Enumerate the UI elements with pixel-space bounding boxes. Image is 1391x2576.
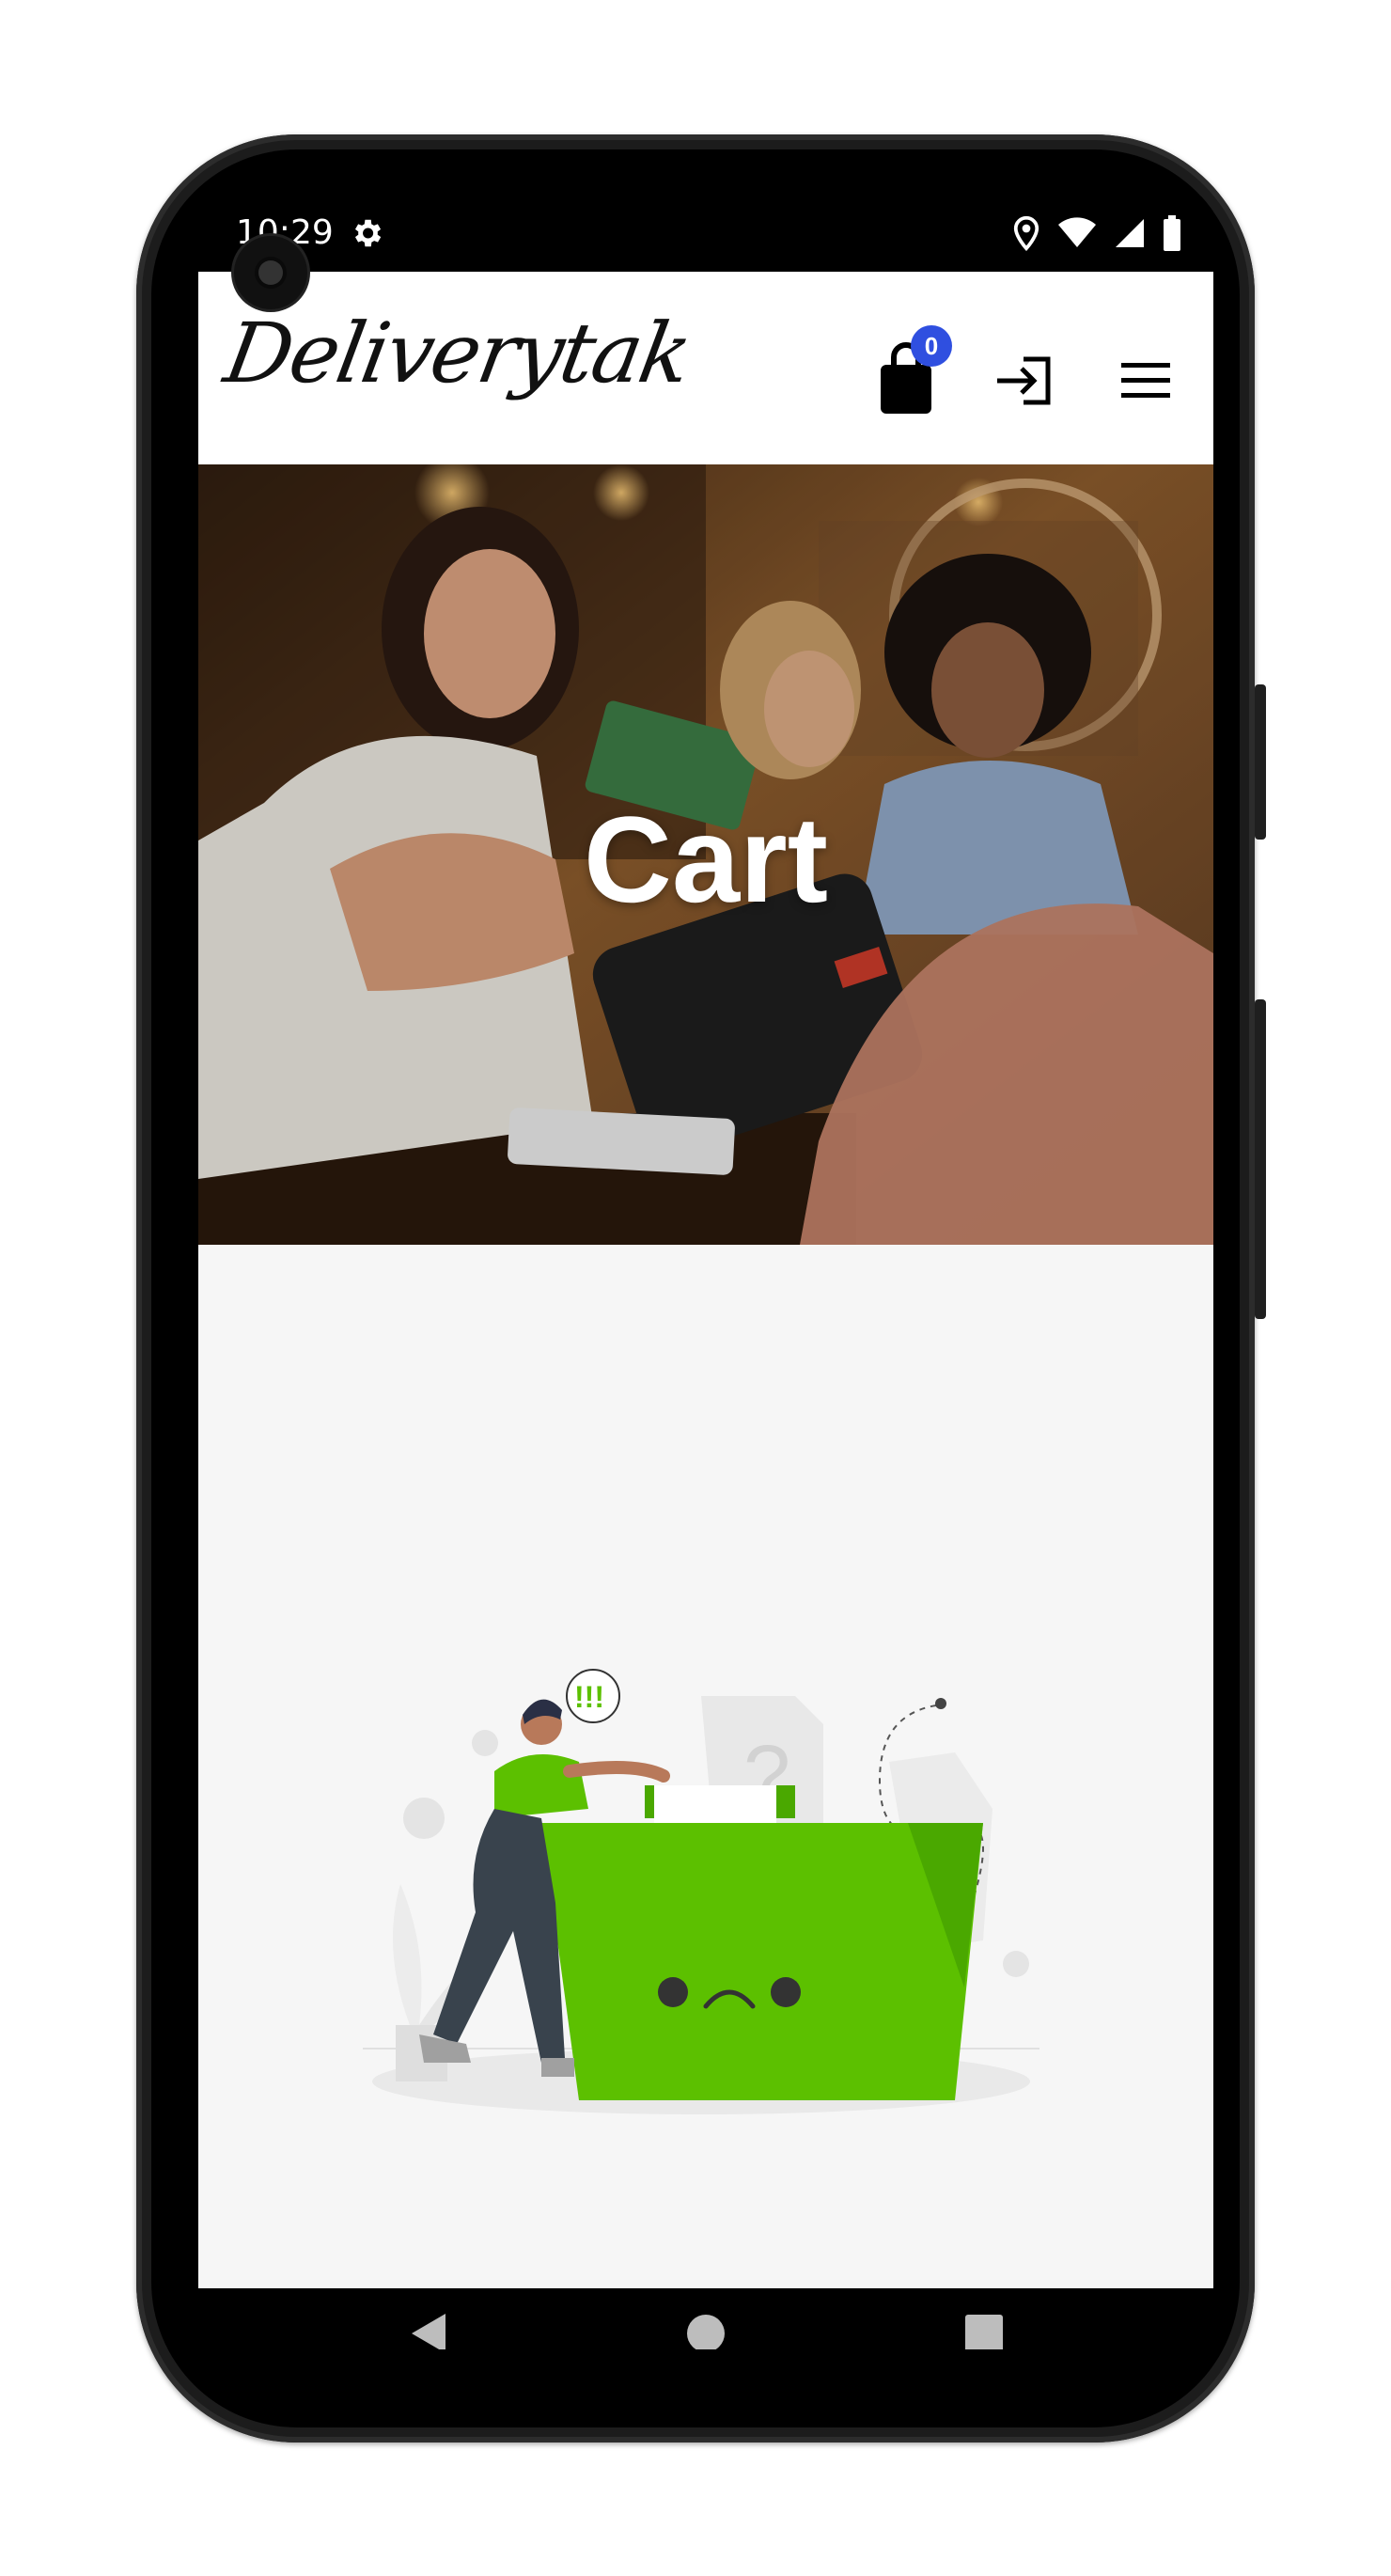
gear-icon	[349, 215, 384, 256]
empty-cart-illustration: ? !!!	[363, 1669, 1039, 2114]
back-icon	[410, 2314, 447, 2349]
svg-text:!!!: !!!	[574, 1680, 604, 1714]
volume-button	[1255, 999, 1266, 1319]
status-bar: 10:29	[198, 196, 1213, 272]
recents-button[interactable]	[964, 2314, 1004, 2349]
screen-bezel: 10:29 Deliverytak 0 Cart ? !!!	[151, 149, 1240, 2427]
phone-frame: 10:29 Deliverytak 0 Cart ? !!!	[136, 134, 1266, 2442]
login-button[interactable]	[995, 356, 1052, 410]
page-title: Cart	[583, 791, 829, 928]
cart-button[interactable]: 0	[875, 325, 952, 419]
back-button[interactable]	[410, 2312, 447, 2349]
home-icon	[685, 2315, 727, 2349]
home-button[interactable]	[685, 2313, 727, 2349]
hamburger-menu-icon	[1119, 363, 1172, 404]
wifi-icon	[1057, 217, 1097, 254]
shopping-bag-icon	[875, 342, 937, 419]
status-icons	[1012, 215, 1181, 256]
cart-content: ? !!!	[198, 1245, 1213, 2288]
signal-icon	[1114, 217, 1146, 254]
cart-count-badge: 0	[911, 325, 952, 367]
power-button	[1255, 684, 1266, 840]
location-icon	[1012, 215, 1040, 256]
app-header: Deliverytak 0	[198, 272, 1213, 464]
front-camera	[234, 236, 307, 309]
menu-button[interactable]	[1119, 361, 1172, 405]
login-icon	[995, 356, 1052, 409]
screen: 10:29 Deliverytak 0 Cart ? !!!	[198, 196, 1213, 2349]
hero-banner: Cart	[198, 464, 1213, 1245]
battery-icon	[1163, 215, 1181, 256]
brand-logo[interactable]: Deliverytak	[218, 305, 697, 401]
recents-icon	[964, 2315, 1004, 2349]
